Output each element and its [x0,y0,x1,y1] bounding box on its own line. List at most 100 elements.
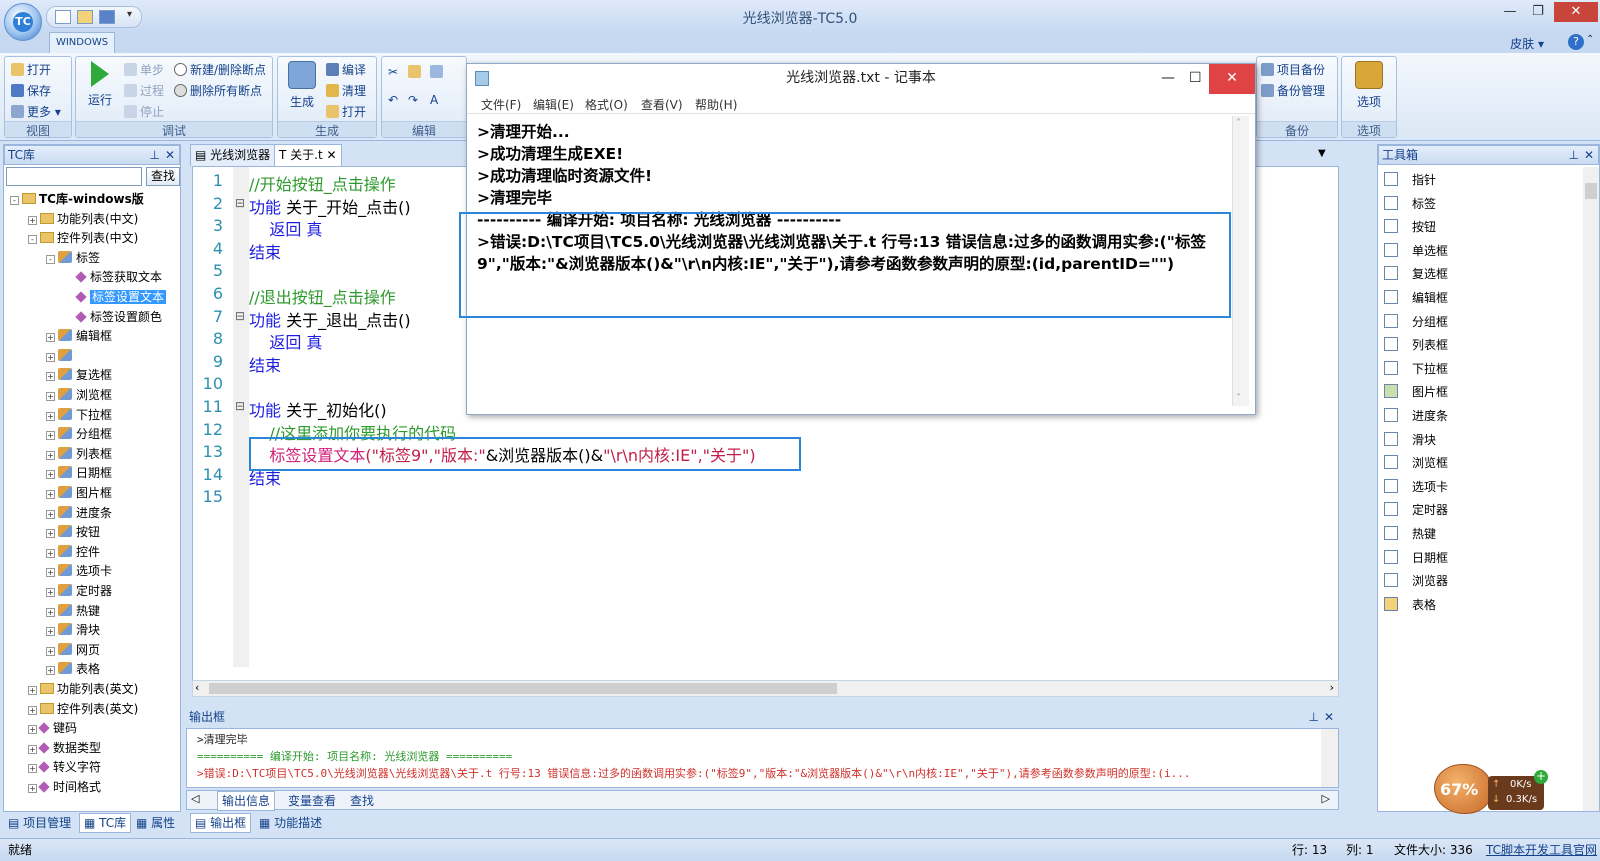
undo-icon[interactable]: ↶ [388,93,398,107]
tree-expander-icon[interactable]: + [46,627,55,637]
menu-help[interactable]: 帮助(H) [695,96,737,113]
tree-node[interactable]: + 浏览框 [46,385,112,405]
tree-expander-icon[interactable]: + [28,215,37,225]
output-pin-icon[interactable]: ⊥ [1309,708,1319,726]
tree-node[interactable]: + 编辑框 [46,326,112,346]
tree-node[interactable]: + 控件 [46,542,100,562]
tree-expander-icon[interactable]: + [46,646,55,656]
tree-node[interactable]: + 表格 [46,659,100,679]
tree-expander-icon[interactable]: - [28,235,37,245]
tree-expander-icon[interactable]: + [46,548,55,558]
tree-node[interactable]: 标签设置颜色 [64,307,162,327]
tree-node[interactable]: + 网页 [46,640,100,660]
widget-plus-icon[interactable]: + [1534,770,1548,784]
output-scroll-right-icon[interactable]: ▷ [1322,792,1330,805]
tree-expander-icon[interactable]: + [28,744,37,754]
tree-expander-icon[interactable]: - [46,254,55,264]
editor-hscrollbar[interactable]: ‹ › [192,680,1339,697]
toolbox-item[interactable]: 日期框 [1384,547,1448,569]
options-button[interactable]: 选项 [1347,61,1391,110]
tree-node[interactable]: 标签获取文本 [64,267,162,287]
stop-button[interactable]: 停止 [124,103,164,120]
tree-node[interactable]: + 时间格式 [28,777,101,793]
toolbox-item[interactable]: 标签 [1384,193,1436,215]
copy-icon[interactable] [430,65,446,79]
tab-project-manage[interactable]: ▤ 项目管理 [3,813,76,833]
toolbox-item[interactable]: 滑块 [1384,429,1436,451]
menu-view[interactable]: 查看(V) [641,96,683,113]
tab-about-t[interactable]: T 关于.t ✕ [274,144,342,166]
tree-expander-icon[interactable]: + [46,352,55,362]
tree-expander-icon[interactable]: + [46,392,55,401]
tree-expander-icon[interactable]: + [28,764,37,774]
tree-expander-icon[interactable]: + [46,372,55,382]
help-icon[interactable]: ? [1568,34,1584,50]
tree-expander-icon[interactable]: + [46,568,55,578]
tree-node[interactable]: + 控件列表(英文) [28,699,138,719]
tab-properties[interactable]: ▦ 属性 [131,813,180,833]
tab-output-info[interactable]: 输出信息 [217,791,276,811]
output-close-icon[interactable]: ✕ [1324,708,1334,726]
toolbox-item[interactable]: 图片框 [1384,381,1448,403]
scroll-right-icon[interactable]: › [1330,681,1334,694]
np-scroll-down-icon[interactable]: ˅ [1236,393,1241,404]
output-vscrollbar[interactable] [1321,729,1338,787]
tree-expander-icon[interactable]: + [28,784,37,793]
clean-button[interactable]: 清理 [326,82,366,99]
close-icon[interactable]: ✕ [1554,2,1598,22]
tree-expander-icon[interactable]: + [46,470,55,480]
toolbox-scroll-thumb[interactable] [1585,183,1597,199]
skin-menu[interactable]: 皮肤 ▾ [1510,35,1544,52]
fold-toggle-icon[interactable]: ⊟ [235,309,245,323]
tree-expander-icon[interactable]: + [46,607,55,617]
tab-find[interactable]: 查找 [345,791,379,811]
tree-expander-icon[interactable]: + [46,431,55,441]
network-speed-widget[interactable]: 67% ↑ 0K/s ↓ 0.3K/s + [1430,758,1548,824]
tab-browser-form[interactable]: ▤ 光线浏览器 [190,144,276,166]
notepad-close-icon[interactable]: ✕ [1209,64,1255,94]
tree-expander-icon[interactable]: + [28,705,37,715]
tree-node[interactable]: + [46,346,76,366]
tree-expander-icon[interactable]: - [10,196,19,205]
tree-expander-icon[interactable]: + [46,529,55,539]
tree-expander-icon[interactable]: + [46,666,55,676]
toolbox-item[interactable]: 进度条 [1384,405,1448,427]
tree-node[interactable]: + 键码 [28,718,77,738]
toolbox-item[interactable]: 浏览器 [1384,570,1448,592]
hscroll-thumb[interactable] [209,683,837,694]
toolbox-item[interactable]: 列表框 [1384,334,1448,356]
tree-expander-icon[interactable]: + [28,725,37,735]
tree-node[interactable]: 标签设置文本 [64,287,167,307]
tree-expander-icon[interactable]: + [46,450,55,460]
fold-toggle-icon[interactable]: ⊟ [235,399,245,413]
library-search-button[interactable]: 查找 [146,167,180,186]
cut-icon[interactable]: ✂ [388,65,398,79]
find-icon[interactable]: A [430,93,438,107]
toolbox-item[interactable]: 分组框 [1384,311,1448,333]
tab-windows[interactable]: WINDOWS [49,32,115,54]
notepad-vscrollbar[interactable]: ˄ ˅ [1232,116,1249,406]
toolbox-item[interactable]: 按钮 [1384,216,1436,238]
run-button[interactable]: 运行 [78,61,122,108]
open-output-button[interactable]: 打开 [326,103,366,120]
tree-expander-icon[interactable]: + [46,588,55,597]
tree-node[interactable]: - 标签 [46,248,100,268]
fold-toggle-icon[interactable]: ⊟ [235,196,245,210]
toolbox-item[interactable]: 定时器 [1384,499,1448,521]
tree-node[interactable]: - 控件列表(中文) [28,228,138,248]
tab-variable-watch[interactable]: 变量查看 [283,791,341,811]
tab-output-box[interactable]: ▤ 输出框 [190,813,252,833]
pin-icon[interactable]: ⊥ [150,146,160,164]
toolbox-pin-icon[interactable]: ⊥ [1569,146,1579,164]
tree-node[interactable]: + 日期框 [46,463,112,483]
minimize-icon[interactable]: — [1496,2,1524,22]
toolbox-close-icon[interactable]: ✕ [1584,146,1594,164]
library-search-input[interactable] [6,167,142,186]
tree-node[interactable]: + 功能列表(英文) [28,679,138,699]
tab-function-desc[interactable]: ▦ 功能描述 [254,813,327,833]
tab-tc-library[interactable]: ▦ TC库 [79,813,132,833]
official-site-link[interactable]: TC脚本开发工具官网 [1486,839,1597,861]
scroll-left-icon[interactable]: ‹ [195,681,199,694]
toolbox-item[interactable]: 下拉框 [1384,358,1448,380]
toolbox-item[interactable]: 选项卡 [1384,476,1448,498]
